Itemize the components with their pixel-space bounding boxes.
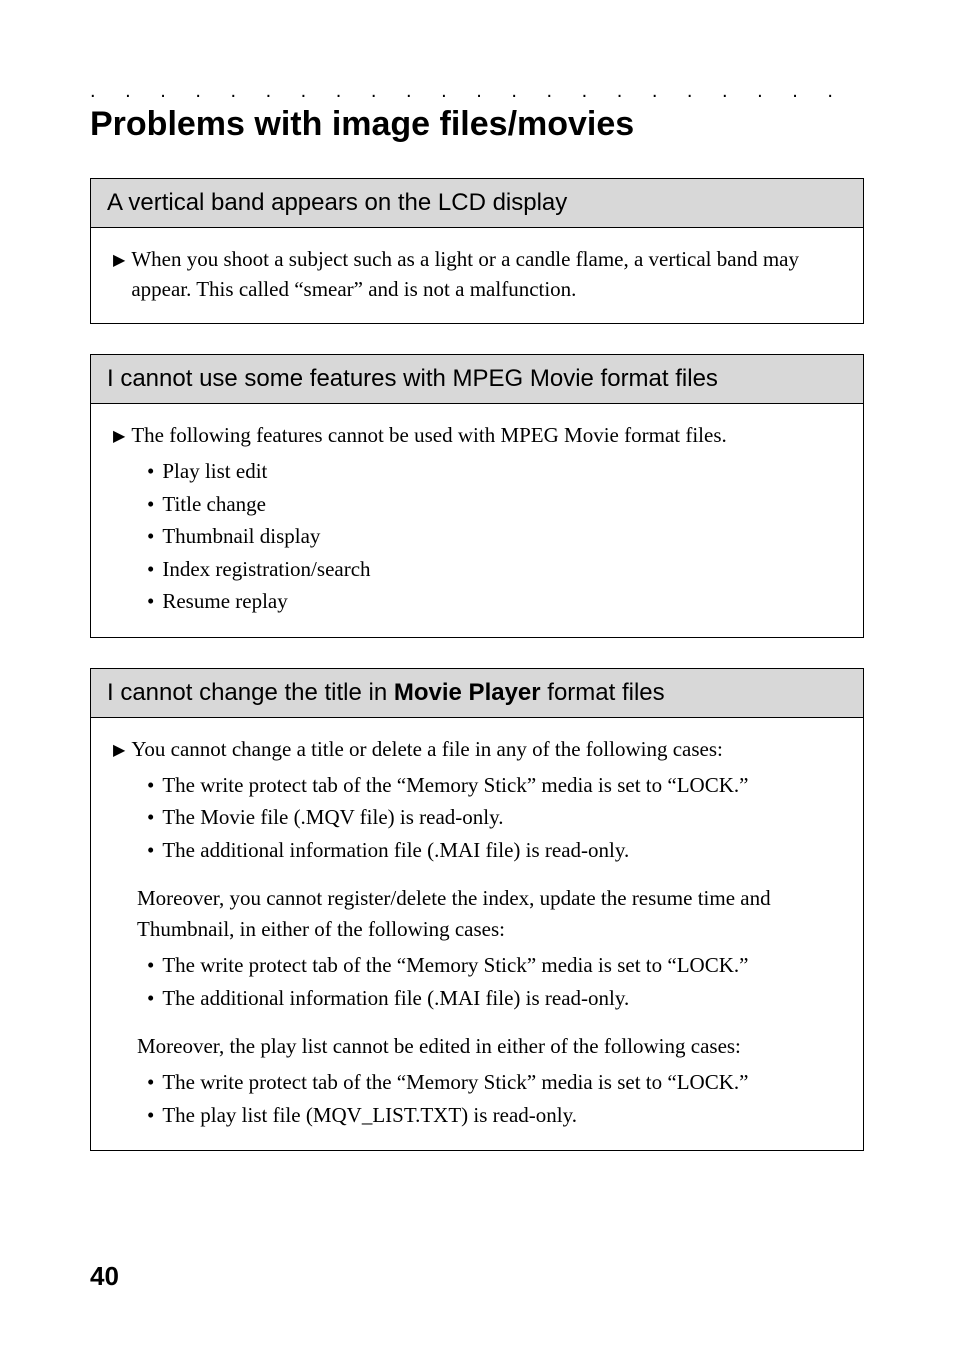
issue-box-3-header-post: format files [541, 679, 665, 706]
issue-box-3-header: I cannot change the title in Movie Playe… [91, 669, 863, 718]
bullet-icon: • [147, 521, 154, 551]
issue-box-3-header-bold: Movie Player [394, 679, 541, 706]
issue-box-3-body: ▶ You cannot change a title or delete a … [91, 718, 863, 1151]
list-item-text: The write protect tab of the “Memory Sti… [162, 1067, 748, 1097]
list-item: • The additional information file (.MAI f… [147, 983, 841, 1013]
list-item: • The write protect tab of the “Memory St… [147, 770, 841, 800]
list-item: • Play list edit [147, 456, 841, 486]
list-item: • The play list file (MQV_LIST.TXT) is re… [147, 1100, 841, 1130]
list-item: • Title change [147, 489, 841, 519]
list-item-text: The Movie file (.MQV file) is read-only. [162, 802, 503, 832]
bullet-icon: • [147, 1100, 154, 1130]
issue-box-1: A vertical band appears on the LCD displ… [90, 178, 864, 324]
bullet-icon: • [147, 554, 154, 584]
list-item-text: The additional information file (.MAI fi… [162, 983, 629, 1013]
page: . . . . . . . . . . . . . . . . . . . . … [0, 0, 954, 1352]
arrow-right-icon: ▶ [113, 244, 125, 272]
issue-box-3-para-2: Moreover, you cannot register/delete the… [137, 883, 841, 944]
list-item-text: Index registration/search [162, 554, 370, 584]
list-item-text: The play list file (MQV_LIST.TXT) is rea… [162, 1100, 577, 1130]
issue-box-3-text: You cannot change a title or delete a fi… [131, 734, 841, 764]
bullet-icon: • [147, 950, 154, 980]
issue-box-2-body: ▶ The following features cannot be used … [91, 404, 863, 637]
issue-box-3-bullets-2: • The write protect tab of the “Memory St… [147, 950, 841, 1013]
list-item: • The Movie file (.MQV file) is read-only… [147, 802, 841, 832]
issue-box-3: I cannot change the title in Movie Playe… [90, 668, 864, 1152]
list-item-text: The additional information file (.MAI fi… [162, 835, 629, 865]
arrow-right-icon: ▶ [113, 734, 125, 762]
bullet-icon: • [147, 802, 154, 832]
bullet-icon: • [147, 586, 154, 616]
issue-box-3-header-pre: I cannot change the title in [107, 679, 394, 706]
list-item-text: Title change [162, 489, 266, 519]
list-item: • The write protect tab of the “Memory St… [147, 950, 841, 980]
issue-box-2-header: I cannot use some features with MPEG Mov… [91, 355, 863, 404]
list-item-text: The write protect tab of the “Memory Sti… [162, 770, 748, 800]
issue-box-2: I cannot use some features with MPEG Mov… [90, 354, 864, 638]
arrow-line: ▶ When you shoot a subject such as a lig… [113, 244, 841, 305]
list-item-text: Resume replay [162, 586, 287, 616]
arrow-right-icon: ▶ [113, 420, 125, 448]
list-item-text: Play list edit [162, 456, 267, 486]
issue-box-2-text: The following features cannot be used wi… [131, 420, 841, 450]
list-item: • The additional information file (.MAI f… [147, 835, 841, 865]
list-item-text: The write protect tab of the “Memory Sti… [162, 950, 748, 980]
list-item: • Thumbnail display [147, 521, 841, 551]
list-item: • Index registration/search [147, 554, 841, 584]
bullet-icon: • [147, 770, 154, 800]
page-number: 40 [90, 1261, 119, 1292]
issue-box-3-bullets-3: • The write protect tab of the “Memory St… [147, 1067, 841, 1130]
issue-box-3-bullets-1: • The write protect tab of the “Memory St… [147, 770, 841, 865]
issue-box-2-bullets: • Play list edit • Title change • Thumbnail… [147, 456, 841, 616]
bullet-icon: • [147, 489, 154, 519]
issue-box-1-header: A vertical band appears on the LCD displ… [91, 179, 863, 228]
bullet-icon: • [147, 1067, 154, 1097]
bullet-icon: • [147, 456, 154, 486]
arrow-line: ▶ You cannot change a title or delete a … [113, 734, 841, 764]
arrow-line: ▶ The following features cannot be used … [113, 420, 841, 450]
list-item: • Resume replay [147, 586, 841, 616]
list-item-text: Thumbnail display [162, 521, 320, 551]
dotted-rule: . . . . . . . . . . . . . . . . . . . . … [90, 80, 864, 103]
issue-box-1-text: When you shoot a subject such as a light… [131, 244, 841, 305]
bullet-icon: • [147, 983, 154, 1013]
bullet-icon: • [147, 835, 154, 865]
list-item: • The write protect tab of the “Memory St… [147, 1067, 841, 1097]
issue-box-1-body: ▶ When you shoot a subject such as a lig… [91, 228, 863, 323]
issue-box-3-para-3: Moreover, the play list cannot be edited… [137, 1031, 841, 1061]
section-heading: Problems with image files/movies [90, 105, 864, 144]
